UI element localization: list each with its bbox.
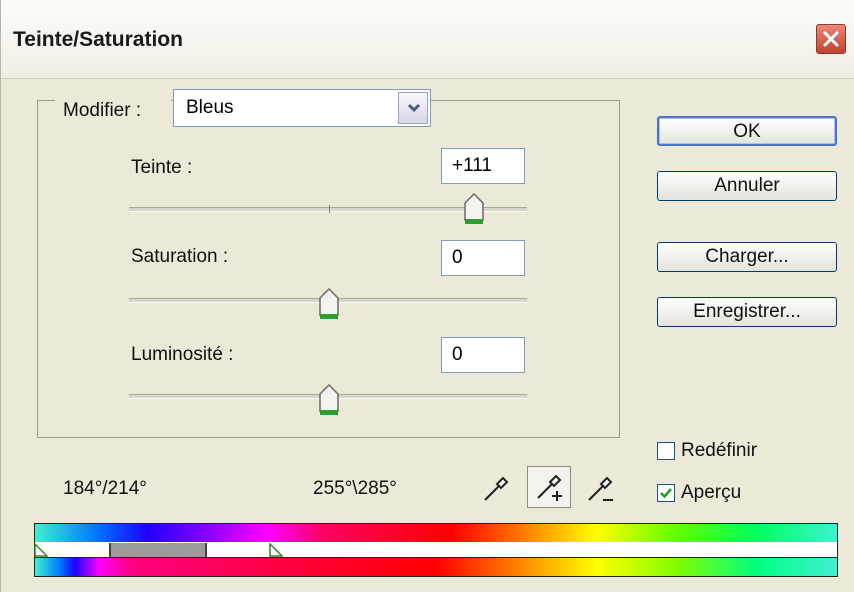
colorize-checkbox[interactable] bbox=[657, 442, 675, 460]
load-button[interactable]: Charger... bbox=[657, 242, 837, 272]
ok-button[interactable]: OK bbox=[657, 116, 837, 146]
modify-label: Modifier : bbox=[63, 100, 142, 121]
preview-label: Aperçu bbox=[681, 482, 742, 503]
hue-center-tick bbox=[329, 205, 330, 213]
eyedropper-minus-icon[interactable] bbox=[583, 472, 617, 506]
eyedropper-icon[interactable] bbox=[479, 472, 513, 506]
range-left-readout: 184°/214° bbox=[63, 478, 147, 499]
cancel-button[interactable]: Annuler bbox=[657, 171, 837, 201]
hue-label: Teinte : bbox=[131, 157, 193, 178]
colorize-label: Redéfinir bbox=[681, 440, 758, 461]
lightness-slider-thumb[interactable] bbox=[319, 384, 339, 416]
color-range-selection[interactable] bbox=[109, 543, 207, 557]
title-bar: Teinte/Saturation bbox=[1, 0, 854, 79]
hue-slider-thumb[interactable] bbox=[464, 193, 484, 225]
eyedropper-plus-icon bbox=[537, 474, 562, 501]
close-button[interactable] bbox=[816, 24, 846, 54]
modify-dropdown-button[interactable] bbox=[398, 92, 428, 124]
preview-checkbox[interactable] bbox=[657, 484, 675, 502]
modify-select-value: Bleus bbox=[186, 97, 234, 118]
result-color-bar bbox=[34, 557, 838, 577]
eyedropper-plus-button[interactable] bbox=[527, 466, 571, 508]
range-left-falloff-handle[interactable] bbox=[34, 543, 48, 557]
modify-select[interactable]: Bleus bbox=[173, 89, 431, 127]
source-color-bar bbox=[34, 523, 838, 543]
lightness-label: Luminosité : bbox=[131, 344, 234, 365]
check-icon bbox=[660, 488, 672, 499]
chevron-down-icon bbox=[407, 103, 421, 113]
dialog-title: Teinte/Saturation bbox=[13, 28, 183, 51]
saturation-label: Saturation : bbox=[131, 246, 229, 267]
saturation-input[interactable]: 0 bbox=[441, 240, 525, 276]
close-icon bbox=[823, 31, 839, 47]
range-right-falloff-handle[interactable] bbox=[269, 543, 283, 557]
save-button[interactable]: Enregistrer... bbox=[657, 297, 837, 327]
saturation-slider-thumb[interactable] bbox=[319, 288, 339, 320]
hue-input[interactable]: +111 bbox=[441, 148, 525, 184]
lightness-input[interactable]: 0 bbox=[441, 337, 525, 373]
range-right-readout: 255°\285° bbox=[313, 478, 397, 499]
dialog-window: Teinte/Saturation Modifier : Bleus Teint… bbox=[0, 0, 854, 592]
